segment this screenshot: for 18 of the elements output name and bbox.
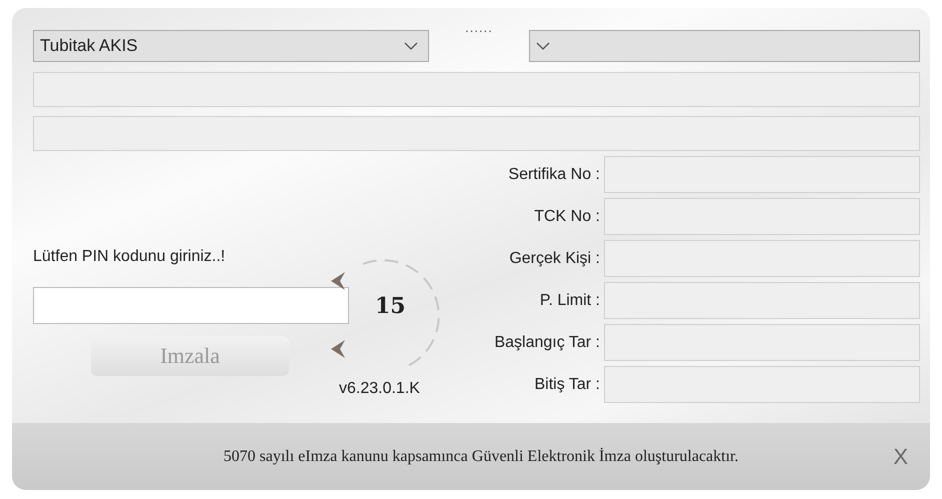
field-label: P. Limit : — [538, 292, 601, 310]
close-button[interactable]: X — [887, 442, 914, 470]
field-label: Başlangıç Tar : — [493, 334, 601, 352]
sign-button[interactable]: Imzala — [91, 336, 289, 376]
pin-input-field[interactable] — [33, 287, 349, 324]
version-label: v6.23.0.1.K — [339, 380, 420, 398]
reader-dropdown[interactable]: Tubitak AKIS — [33, 30, 429, 62]
field-label: TCK No : — [533, 208, 601, 226]
field-label: Sertifika No : — [507, 166, 601, 184]
device-dropdown[interactable] — [529, 30, 920, 62]
pin-prompt: Lütfen PIN kodunu giriniz..! — [33, 248, 226, 266]
countdown-number: 15 — [375, 292, 406, 318]
field-label: Bitiş Tar : — [534, 376, 601, 394]
dots-label: ...... — [464, 20, 494, 35]
chevron-down-icon — [536, 42, 550, 50]
chevron-down-icon — [404, 42, 418, 50]
field-label: Gerçek Kişi : — [508, 250, 601, 268]
legal-notice: 5070 sayılı eImza kanunu kapsamınca Güvenli Elektronik İmza oluşturulacaktır. — [224, 448, 738, 466]
